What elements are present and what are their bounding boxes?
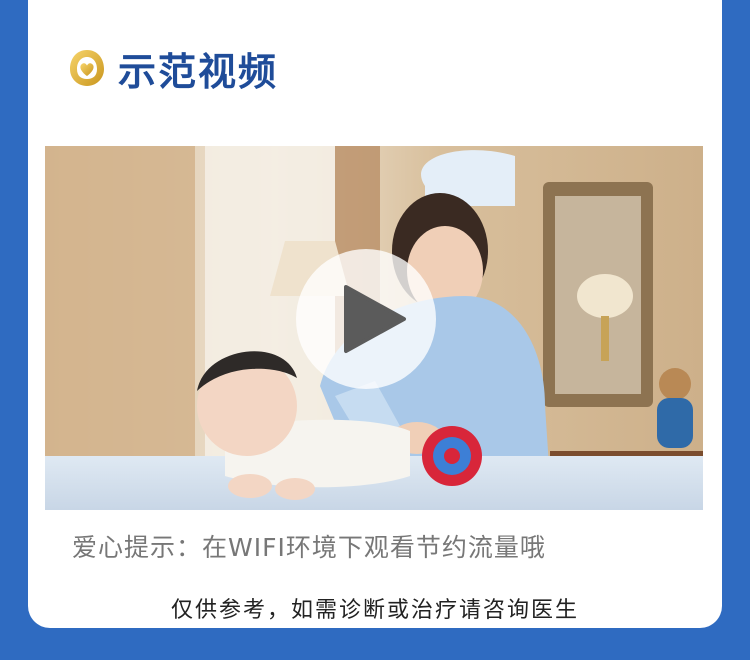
video-player[interactable]	[45, 146, 703, 510]
content-card: 示范视频 爱心提示：在WIFI环境下观看节约流量哦 仅供参考，如需诊断或治疗请咨…	[28, 0, 722, 628]
medical-disclaimer: 仅供参考，如需诊断或治疗请咨询医生	[170, 598, 579, 623]
play-icon	[344, 285, 406, 353]
wifi-tip: 爱心提示：在WIFI环境下观看节约流量哦	[72, 533, 546, 562]
section-header: 示范视频	[68, 40, 278, 96]
golden-heart-logo-icon	[70, 50, 104, 86]
play-button[interactable]	[296, 249, 436, 389]
section-title: 示范视频	[118, 49, 279, 94]
